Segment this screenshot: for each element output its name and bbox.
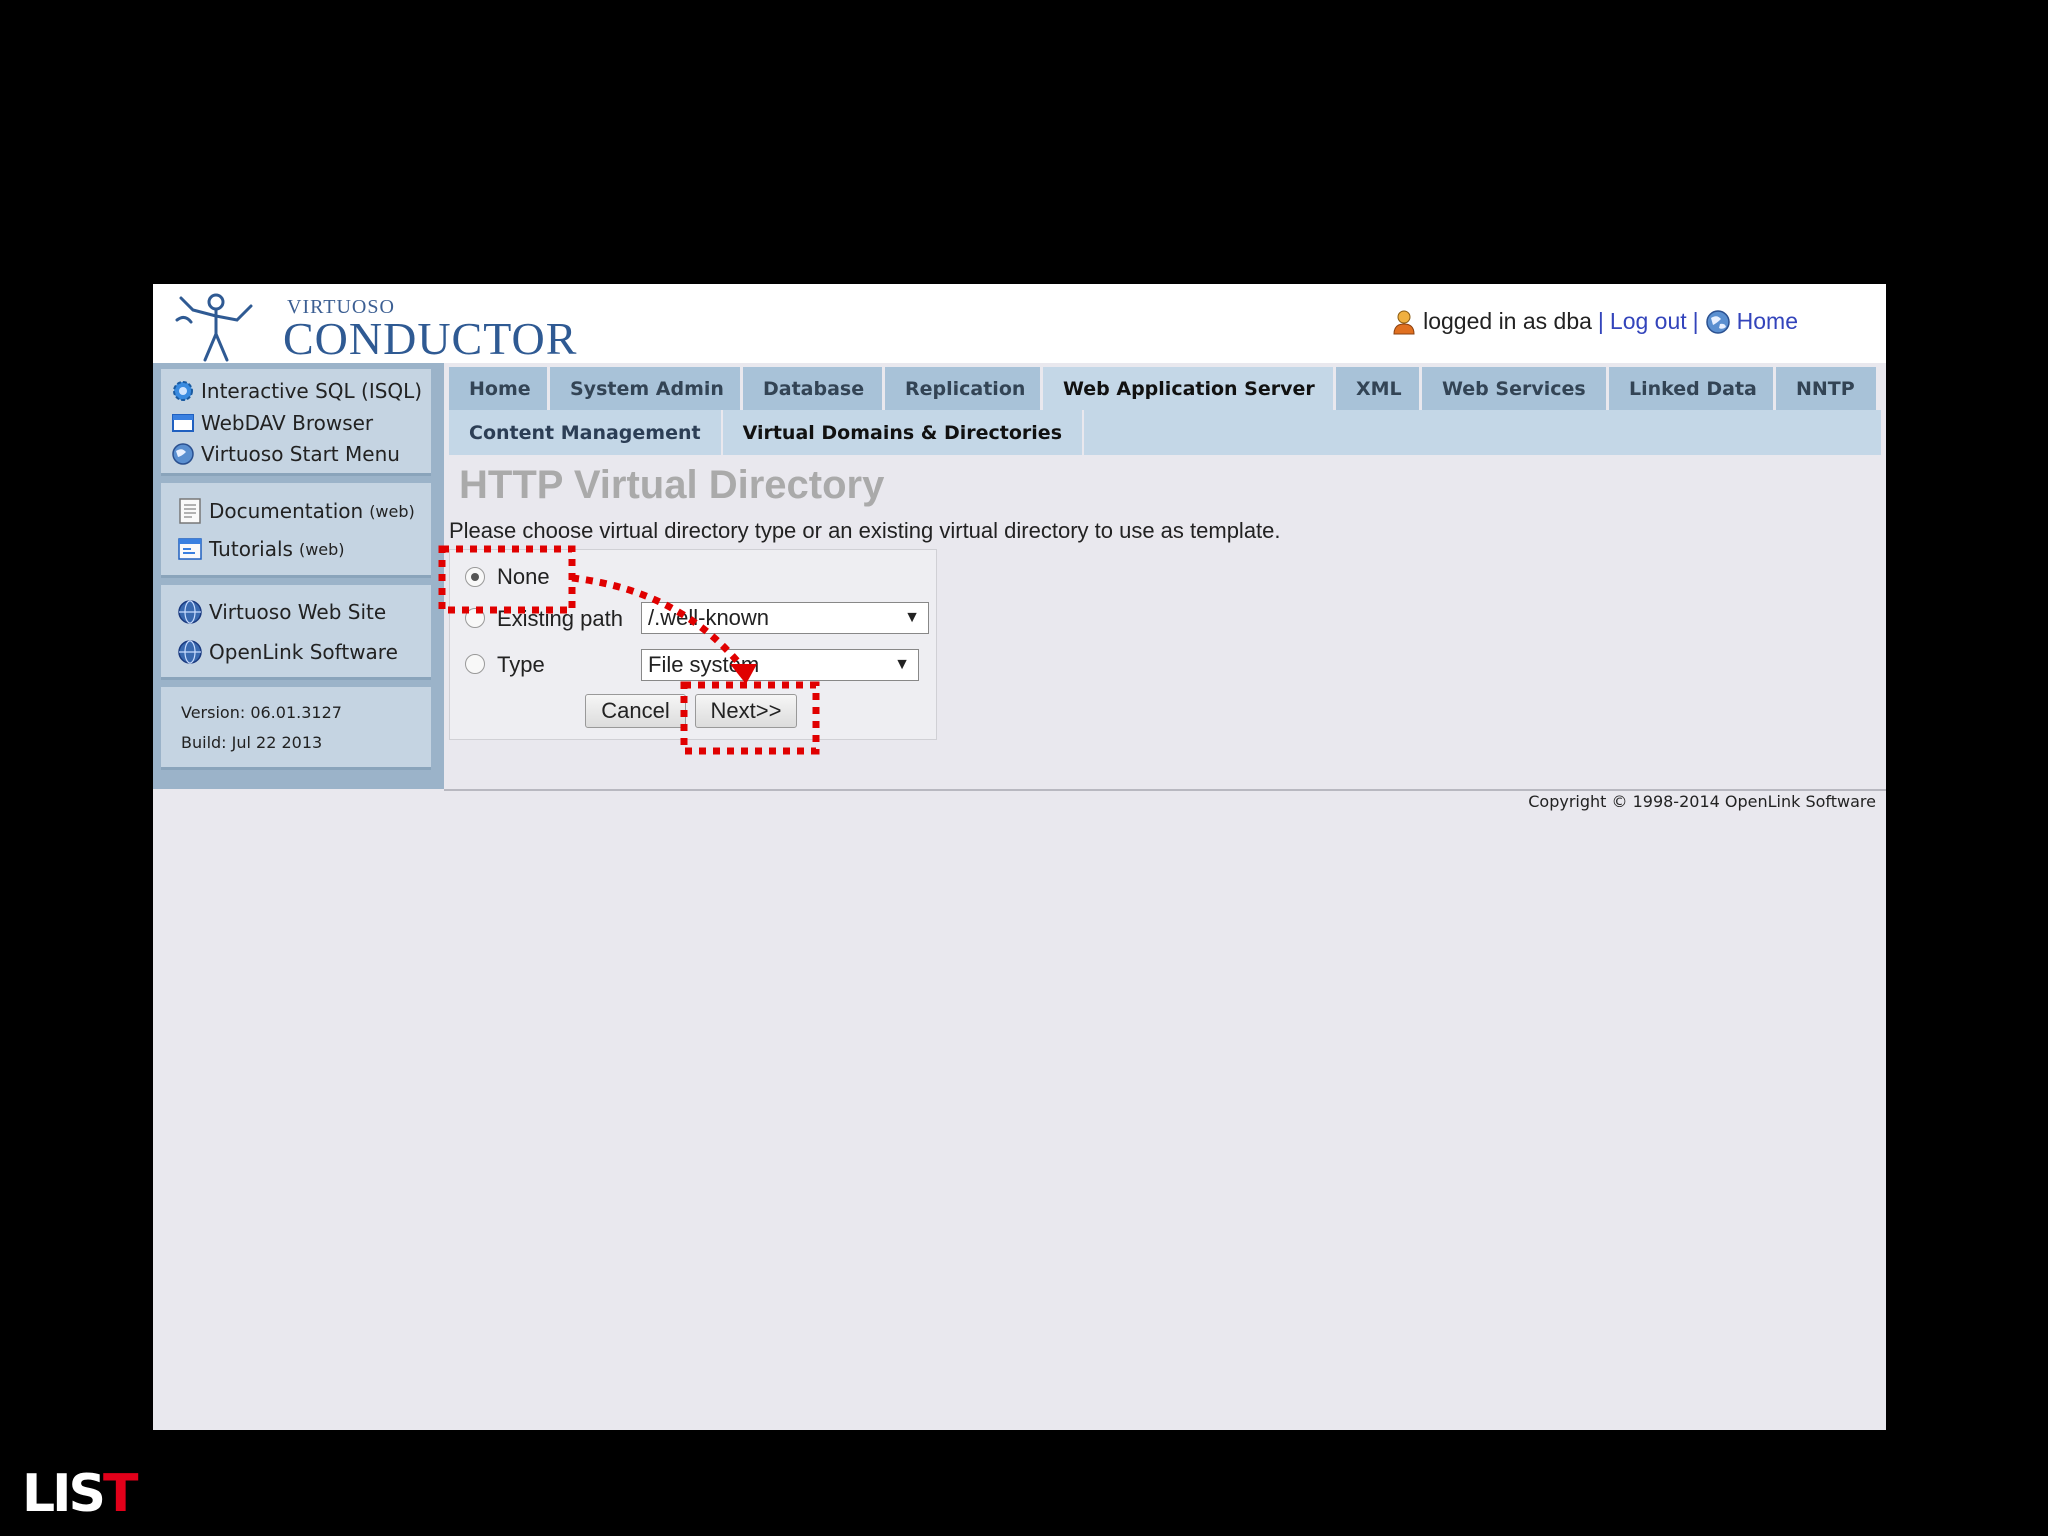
version-text: Version: 06.01.3127 <box>181 703 342 722</box>
cancel-button[interactable]: Cancel <box>585 694 686 728</box>
next-button[interactable]: Next>> <box>695 694 797 728</box>
subtab-content-management[interactable]: Content Management <box>449 410 723 455</box>
radio-none[interactable] <box>465 567 485 587</box>
label-type: Type <box>497 652 545 677</box>
sidebar-item-label: WebDAV Browser <box>201 411 374 435</box>
dropdown-arrow-icon: ▼ <box>894 656 910 673</box>
label-existing-path: Existing path <box>497 606 623 631</box>
web-globe-icon <box>178 640 202 664</box>
user-icon <box>1391 309 1417 335</box>
separator: | <box>1692 308 1699 334</box>
main-tabs: Home System Admin Database Replication W… <box>449 367 1876 410</box>
sidebar-item-webdav[interactable]: WebDAV Browser <box>171 411 373 435</box>
separator: | <box>1597 308 1604 334</box>
tab-database[interactable]: Database <box>743 367 882 410</box>
conductor-figure-icon <box>175 293 253 362</box>
type-select[interactable]: File system ▼ <box>641 649 919 681</box>
logout-link[interactable]: Log out <box>1610 308 1687 335</box>
sidebar-item-isql[interactable]: Interactive SQL (ISQL) <box>171 379 422 403</box>
sidebar: Interactive SQL (ISQL) WebDAV Browser Vi… <box>153 363 444 789</box>
sidebar-item-tutorials[interactable]: Tutorials (web) <box>177 537 345 561</box>
tab-replication[interactable]: Replication <box>885 367 1040 410</box>
sidebar-item-start-menu[interactable]: Virtuoso Start Menu <box>171 442 400 466</box>
list-logo-accent-text: T <box>102 1464 139 1524</box>
existing-path-select[interactable]: /.well-known ▼ <box>641 602 929 634</box>
sidebar-item-virtuoso-site[interactable]: Virtuoso Web Site <box>177 599 386 625</box>
header-bar: VIRTUOSO CONDUCTOR logged in as dba | Lo… <box>153 284 1886 364</box>
radio-type[interactable] <box>465 654 485 674</box>
logged-in-text: logged in as dba <box>1423 308 1592 334</box>
main-content: Home System Admin Database Replication W… <box>444 363 1886 789</box>
document-icon <box>179 498 201 524</box>
sub-tabs: Content Management Virtual Domains & Dir… <box>449 410 1881 455</box>
list-logo-main-text: LIS <box>22 1464 106 1524</box>
sidebar-item-label: Interactive SQL (ISQL) <box>201 379 423 403</box>
folder-icon <box>172 414 194 432</box>
tab-web-application-server[interactable]: Web Application Server <box>1043 367 1333 410</box>
browser-viewport: VIRTUOSO CONDUCTOR logged in as dba | Lo… <box>153 284 1886 1430</box>
sidebar-item-label: Virtuoso Start Menu <box>201 442 400 466</box>
dropdown-arrow-icon: ▼ <box>904 609 920 626</box>
sidebar-item-documentation[interactable]: Documentation (web) <box>177 497 415 525</box>
label-none: None <box>497 564 550 589</box>
gear-icon <box>173 381 193 401</box>
tab-home[interactable]: Home <box>449 367 547 410</box>
tutorial-icon <box>178 538 202 560</box>
subtab-virtual-domains[interactable]: Virtual Domains & Directories <box>723 410 1084 455</box>
web-suffix: (web) <box>298 539 345 559</box>
existing-path-value: /.well-known <box>648 605 770 630</box>
template-form: None Existing path /.well-known ▼ Type F… <box>449 549 937 740</box>
copyright-text: Copyright © 1998-2014 OpenLink Software <box>1528 792 1876 811</box>
tab-xml[interactable]: XML <box>1336 367 1419 410</box>
sidebar-item-label: OpenLink Software <box>209 640 398 664</box>
sidebar-item-openlink[interactable]: OpenLink Software <box>177 639 398 665</box>
tab-system-admin[interactable]: System Admin <box>550 367 740 410</box>
web-suffix: (web) <box>369 501 415 521</box>
sidebar-version-box: Version: 06.01.3127 Build: Jul 22 2013 <box>161 687 431 770</box>
list-logo: LIST <box>22 1464 139 1524</box>
page-title: HTTP Virtual Directory <box>459 463 885 507</box>
sidebar-group-docs: Documentation (web) Tutorials (web) <box>161 483 431 578</box>
tab-linked-data[interactable]: Linked Data <box>1609 367 1773 410</box>
tab-web-services[interactable]: Web Services <box>1422 367 1606 410</box>
sidebar-group-links: Virtuoso Web Site OpenLink Software <box>161 585 431 680</box>
globe-icon <box>172 443 194 465</box>
type-value: File system <box>648 652 760 677</box>
radio-existing-path[interactable] <box>465 608 485 628</box>
build-text: Build: Jul 22 2013 <box>181 733 323 752</box>
user-info: logged in as dba | Log out | Home <box>1391 308 1798 335</box>
tab-nntp[interactable]: NNTP <box>1776 367 1876 410</box>
sidebar-item-label: Documentation <box>209 499 364 523</box>
home-link[interactable]: Home <box>1737 308 1798 335</box>
web-globe-icon <box>178 600 202 624</box>
conductor-logo: VIRTUOSO CONDUCTOR <box>175 290 576 364</box>
home-globe-icon <box>1705 309 1731 335</box>
footer-divider <box>444 789 1886 791</box>
instruction-text: Please choose virtual directory type or … <box>449 518 1281 543</box>
sidebar-group-tools: Interactive SQL (ISQL) WebDAV Browser Vi… <box>161 369 431 476</box>
logo-big-text: CONDUCTOR <box>283 313 578 364</box>
sidebar-item-label: Virtuoso Web Site <box>209 600 387 624</box>
sidebar-item-label: Tutorials <box>209 537 293 561</box>
